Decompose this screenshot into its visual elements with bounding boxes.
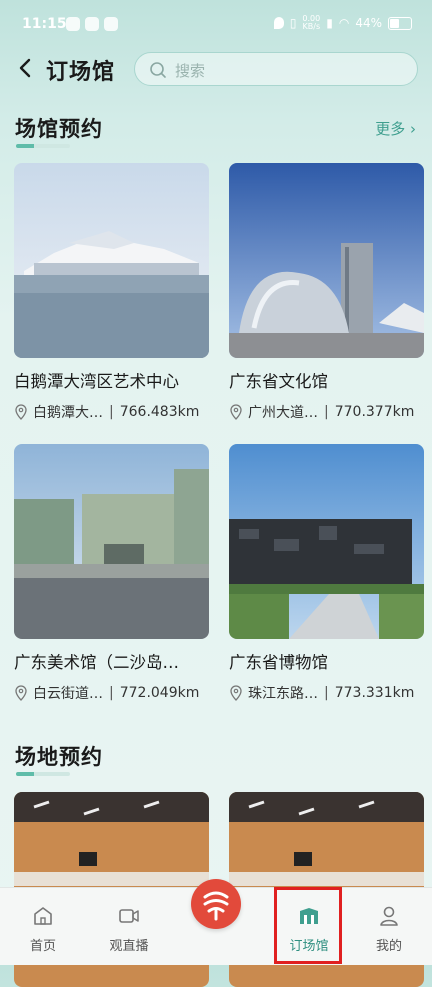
venue-card[interactable]: 广东省文化馆 广州大道… | 770.377km: [229, 163, 424, 422]
signal-icon: ▮: [326, 16, 333, 30]
venue-name: 广东省文化馆: [229, 372, 328, 391]
venue-meta: 白云街道… | 772.049km: [14, 683, 209, 703]
video-icon: [119, 909, 139, 923]
battery-icon: [388, 16, 412, 30]
tab-label: 首页: [29, 939, 56, 954]
location-pin-icon: [15, 685, 27, 701]
venue-address: 白鹅潭大…: [33, 405, 103, 421]
separator: |: [324, 685, 329, 701]
chevron-right-icon: ›: [410, 120, 416, 138]
logo-icon: [203, 891, 229, 921]
tab-label: 我的: [375, 939, 402, 954]
status-right: ▯ 0.00 KB/s ▮ ◠ 44%: [273, 14, 412, 31]
page-title: 订场馆: [46, 60, 116, 85]
separator: |: [109, 685, 114, 701]
status-time: 11:15: [22, 16, 67, 32]
venue-meta: 珠江东路… | 773.331km: [229, 683, 424, 703]
tab-home[interactable]: 首页: [0, 888, 86, 965]
venue-meta: 白鹅潭大… | 766.483km: [14, 402, 209, 422]
profile-icon: [380, 906, 398, 926]
back-arrow-icon[interactable]: [14, 56, 38, 80]
venue-address: 白云街道…: [33, 686, 103, 702]
venue-distance: 773.331km: [334, 685, 415, 701]
venue-name: 广东省博物馆: [229, 653, 328, 672]
vibrate-icon: ▯: [289, 16, 297, 30]
tab-label: 观直播: [109, 939, 149, 954]
venue-distance: 772.049km: [119, 685, 200, 701]
venue-photo: [229, 444, 424, 639]
venue-photo: [14, 444, 209, 639]
venue-distance: 766.483km: [119, 404, 200, 420]
more-link[interactable]: 更多 ›: [375, 118, 416, 139]
highlight-box: [274, 887, 342, 964]
venue-card[interactable]: 广东美术馆（二沙岛… 白云街道… | 772.049km: [14, 444, 209, 703]
venue-name: 白鹅潭大湾区艺术中心: [14, 372, 179, 391]
venue-address: 广州大道…: [248, 405, 318, 421]
tab-profile[interactable]: 我的: [346, 888, 432, 965]
home-icon: [34, 907, 52, 925]
venue-photo: [14, 163, 209, 358]
section-underline: [16, 772, 70, 776]
location-pin-icon: [230, 404, 242, 420]
place-section-title: 场地预约: [15, 745, 103, 769]
venue-card[interactable]: 广东省博物馆 珠江东路… | 773.331km: [229, 444, 424, 703]
venue-meta: 广州大道… | 770.377km: [229, 402, 424, 422]
tiktok-icon: [104, 17, 118, 31]
app-notification-icon: [85, 17, 99, 31]
battery-percent: 44%: [355, 16, 382, 30]
wifi-icon: ◠: [338, 16, 350, 30]
notification-icons: [66, 17, 118, 31]
venue-card[interactable]: 白鹅潭大湾区艺术中心 白鹅潭大… | 766.483km: [14, 163, 209, 422]
net-speed: 0.00 KB/s: [302, 14, 321, 31]
venue-photo: [229, 163, 424, 358]
more-label: 更多: [375, 120, 406, 138]
search-placeholder: 搜索: [175, 62, 206, 80]
search-icon: [150, 62, 166, 78]
search-input[interactable]: 搜索: [134, 52, 418, 86]
location-icon: [273, 17, 284, 29]
separator: |: [109, 404, 114, 420]
tab-live[interactable]: 观直播: [86, 888, 172, 965]
separator: |: [324, 404, 329, 420]
status-bar: 11:15 ▯ 0.00 KB/s ▮ ◠ 44%: [0, 0, 432, 50]
app-notification-icon: [66, 17, 80, 31]
venue-address: 珠江东路…: [248, 686, 318, 702]
header: 订场馆 搜索: [0, 50, 432, 90]
venue-name: 广东美术馆（二沙岛…: [14, 653, 179, 672]
location-pin-icon: [15, 404, 27, 420]
venue-section-title: 场馆预约: [15, 117, 103, 141]
venue-distance: 770.377km: [334, 404, 415, 420]
center-action-button[interactable]: [191, 879, 241, 929]
location-pin-icon: [230, 685, 242, 701]
section-underline: [16, 144, 70, 148]
